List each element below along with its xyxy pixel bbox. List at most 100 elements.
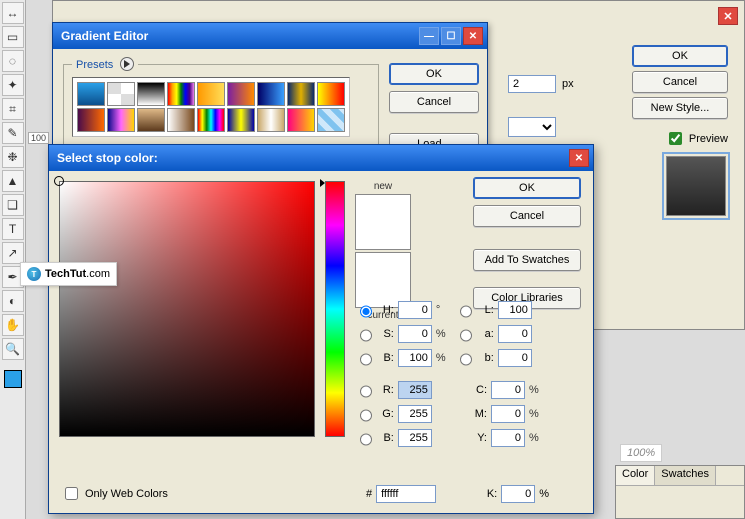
mode-l-radio[interactable]: [460, 305, 472, 318]
gradient-preset[interactable]: [317, 82, 345, 106]
s-input[interactable]: [398, 325, 432, 343]
size-input[interactable]: [508, 75, 556, 93]
tool-path[interactable]: ↗: [2, 242, 24, 264]
cancel-button[interactable]: Cancel: [473, 205, 581, 227]
cancel-button[interactable]: Cancel: [632, 71, 728, 93]
tool-type[interactable]: T: [2, 218, 24, 240]
preview-checkbox[interactable]: Preview: [665, 129, 728, 148]
new-style-button[interactable]: New Style...: [632, 97, 728, 119]
presets-legend: Presets: [76, 59, 113, 71]
tool-marquee[interactable]: ▭: [2, 26, 24, 48]
m-label: M:: [471, 408, 487, 420]
tool-hand[interactable]: ✋: [2, 314, 24, 336]
ruler-mark: 100: [28, 132, 49, 144]
r-input[interactable]: [398, 381, 432, 399]
tool-crop[interactable]: ⌗: [2, 98, 24, 120]
c-input[interactable]: [491, 381, 525, 399]
preview-label: Preview: [689, 133, 728, 145]
g-label: G:: [379, 408, 394, 420]
k-label: K:: [487, 488, 497, 500]
tab-swatches[interactable]: Swatches: [655, 466, 716, 485]
only-web-colors-input[interactable]: [65, 487, 78, 500]
close-icon[interactable]: ✕: [569, 149, 589, 167]
tool-wand[interactable]: ✦: [2, 74, 24, 96]
gradient-preset[interactable]: [317, 108, 345, 132]
gradient-preset[interactable]: [167, 82, 195, 106]
foreground-color-swatch[interactable]: [4, 370, 22, 388]
tool-brush[interactable]: ✎: [2, 122, 24, 144]
gradient-preset[interactable]: [197, 82, 225, 106]
bv-input[interactable]: [398, 349, 432, 367]
current-color-swatch: [355, 252, 411, 308]
mode-s-radio[interactable]: [360, 329, 372, 342]
y-label: Y:: [471, 432, 487, 444]
mode-h-radio[interactable]: [360, 305, 372, 318]
gradient-preset[interactable]: [107, 82, 135, 106]
gradient-preset[interactable]: [227, 82, 255, 106]
hex-prefix: #: [366, 488, 372, 500]
tab-color[interactable]: Color: [616, 466, 655, 485]
tool-eyedropper[interactable]: ◐: [2, 290, 24, 312]
tool-healing[interactable]: ❉: [2, 146, 24, 168]
rgb-b-input[interactable]: [398, 429, 432, 447]
gradient-preset[interactable]: [227, 108, 255, 132]
window-title: Gradient Editor: [61, 29, 417, 43]
l-input[interactable]: [498, 301, 532, 319]
k-input[interactable]: [501, 485, 535, 503]
ok-button[interactable]: OK: [473, 177, 581, 199]
zoom-level[interactable]: 100%: [620, 444, 662, 462]
mode-b-radio[interactable]: [360, 353, 372, 366]
watermark-suffix: .com: [86, 268, 110, 280]
preview-checkbox-input[interactable]: [669, 132, 682, 145]
tool-eraser[interactable]: ❑: [2, 194, 24, 216]
color-picker-dialog: Select stop color: ✕ new current OK Canc…: [48, 144, 594, 514]
mode-a-radio[interactable]: [460, 329, 472, 342]
gradient-preset[interactable]: [287, 82, 315, 106]
watermark-badge: T TechTut.com: [20, 262, 117, 286]
gradient-preset[interactable]: [257, 82, 285, 106]
lab-b-label: b:: [479, 352, 494, 364]
window-title: Select stop color:: [57, 151, 567, 165]
minimize-icon[interactable]: —: [419, 27, 439, 45]
dropdown-field[interactable]: [508, 117, 556, 137]
hue-slider[interactable]: [325, 181, 345, 437]
only-web-colors-checkbox[interactable]: Only Web Colors: [61, 484, 168, 503]
y-input[interactable]: [491, 429, 525, 447]
titlebar[interactable]: Gradient Editor — ☐ ✕: [53, 23, 487, 49]
pct-unit: %: [436, 328, 447, 340]
gradient-preset[interactable]: [77, 108, 105, 132]
mode-r-radio[interactable]: [360, 385, 372, 398]
gradient-preset[interactable]: [167, 108, 195, 132]
watermark-text: TechTut: [45, 268, 86, 280]
tool-move[interactable]: ↔: [2, 2, 24, 24]
gradient-preset[interactable]: [197, 108, 225, 132]
lab-b-input[interactable]: [498, 349, 532, 367]
gradient-preset[interactable]: [137, 82, 165, 106]
h-input[interactable]: [398, 301, 432, 319]
hex-input[interactable]: [376, 485, 436, 503]
mode-lab-b-radio[interactable]: [460, 353, 472, 366]
gradient-preset[interactable]: [107, 108, 135, 132]
tool-zoom[interactable]: 🔍: [2, 338, 24, 360]
ok-button[interactable]: OK: [632, 45, 728, 67]
cancel-button[interactable]: Cancel: [389, 91, 479, 113]
saturation-value-field[interactable]: [59, 181, 315, 437]
gradient-preset[interactable]: [257, 108, 285, 132]
tool-clone[interactable]: ▲: [2, 170, 24, 192]
presets-menu-icon[interactable]: [120, 57, 134, 71]
add-to-swatches-button[interactable]: Add To Swatches: [473, 249, 581, 271]
gradient-preset[interactable]: [137, 108, 165, 132]
m-input[interactable]: [491, 405, 525, 423]
g-input[interactable]: [398, 405, 432, 423]
mode-g-radio[interactable]: [360, 409, 372, 422]
close-icon[interactable]: ✕: [718, 7, 738, 25]
mode-rgb-b-radio[interactable]: [360, 433, 372, 446]
close-icon[interactable]: ✕: [463, 27, 483, 45]
gradient-preset[interactable]: [287, 108, 315, 132]
a-input[interactable]: [498, 325, 532, 343]
gradient-preset[interactable]: [77, 82, 105, 106]
titlebar[interactable]: Select stop color: ✕: [49, 145, 593, 171]
tool-lasso[interactable]: ◌: [2, 50, 24, 72]
ok-button[interactable]: OK: [389, 63, 479, 85]
maximize-icon[interactable]: ☐: [441, 27, 461, 45]
